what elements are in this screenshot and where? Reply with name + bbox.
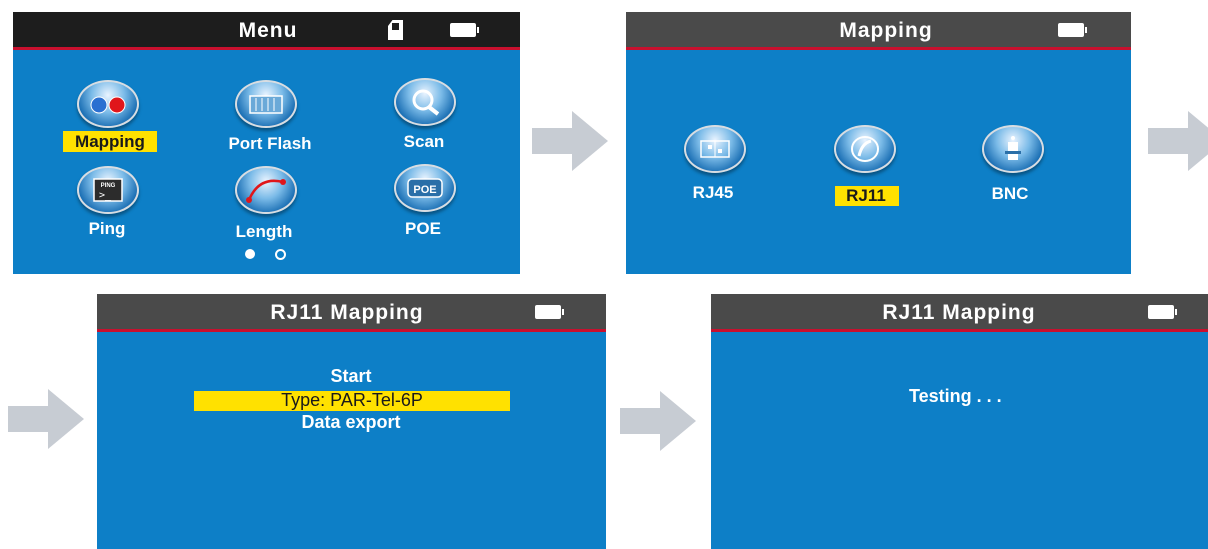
menu-screen: Menu Mapping Port Flash Scan PING >_ Ping… (13, 12, 520, 274)
page-indicator-active[interactable] (245, 249, 255, 259)
rj11-testing-screen: RJ11 Mapping Testing . . . (711, 294, 1208, 549)
option-data-export[interactable]: Data export (201, 412, 501, 433)
menu-item-poe[interactable]: POE (363, 219, 483, 239)
screen-title: Mapping (839, 19, 933, 42)
length-icon[interactable] (235, 166, 297, 214)
poe-icon[interactable]: POE (394, 164, 456, 212)
svg-text:>_: >_ (99, 190, 112, 201)
menu-item-port-flash[interactable]: Port Flash (210, 134, 330, 154)
battery-icon (1148, 305, 1177, 319)
ping-icon-text: PING (101, 183, 116, 189)
scan-icon[interactable] (394, 78, 456, 126)
battery-icon (1058, 23, 1087, 37)
screen-title: RJ11 Mapping (882, 301, 1036, 324)
next-arrow-icon (1148, 111, 1208, 171)
testing-status: Testing . . . (909, 386, 1002, 406)
menu-item-ping[interactable]: Ping (47, 219, 167, 239)
bnc-icon[interactable] (982, 125, 1044, 173)
mapping-item-bnc[interactable]: BNC (950, 184, 1070, 204)
mapping-item-rj11[interactable]: RJ11 (806, 186, 926, 206)
page-indicator-inactive[interactable] (275, 249, 286, 260)
poe-icon-text: POE (413, 184, 436, 196)
port-flash-icon[interactable] (235, 80, 297, 128)
sd-card-icon (388, 20, 403, 40)
screen-title: RJ11 Mapping (270, 301, 424, 324)
next-arrow-icon (620, 391, 696, 451)
battery-icon (535, 305, 564, 319)
menu-item-mapping[interactable]: Mapping (50, 132, 170, 152)
screen-title: Menu (238, 19, 298, 42)
rj45-icon[interactable] (684, 125, 746, 173)
next-arrow-icon (8, 389, 84, 449)
title-bar: RJ11 Mapping (711, 294, 1208, 332)
mapping-screen: Mapping RJ45 RJ11 BNC (626, 12, 1131, 274)
mapping-item-rj45[interactable]: RJ45 (653, 183, 773, 203)
ping-icon[interactable]: PING >_ (77, 166, 139, 214)
rj11-options-screen: RJ11 Mapping Start Type: PAR-Tel-6P Data… (97, 294, 606, 549)
next-arrow-icon (532, 111, 608, 171)
title-bar: Menu (13, 12, 520, 50)
menu-item-scan[interactable]: Scan (364, 132, 484, 152)
title-bar: RJ11 Mapping (97, 294, 606, 332)
battery-icon (450, 23, 479, 37)
option-start[interactable]: Start (251, 366, 451, 387)
mapping-icon[interactable] (77, 80, 139, 128)
title-bar: Mapping (626, 12, 1131, 50)
rj11-icon[interactable] (834, 125, 896, 173)
option-type[interactable]: Type: PAR-Tel-6P (202, 390, 502, 411)
menu-item-length[interactable]: Length (204, 222, 324, 242)
